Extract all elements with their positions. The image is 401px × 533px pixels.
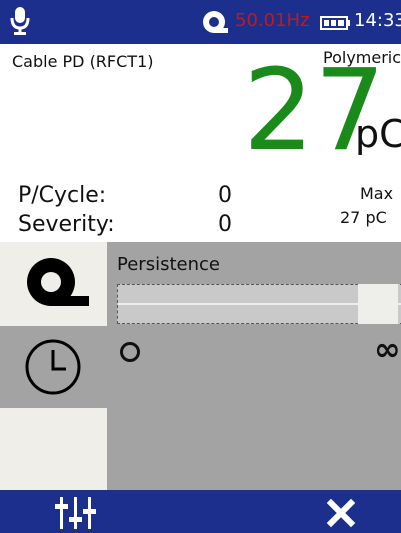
slider-thumb[interactable] — [358, 284, 398, 324]
p-cycle-label: P/Cycle: — [18, 183, 107, 208]
persistence-panel: Persistence ∞ — [107, 242, 401, 490]
clock-time: 14:33 — [354, 10, 401, 31]
clock-icon — [25, 339, 81, 395]
max-label: Max — [360, 184, 394, 203]
microphone-icon[interactable] — [9, 6, 31, 36]
settings-sliders-icon[interactable] — [52, 495, 100, 531]
severity-value: 0 — [218, 212, 232, 237]
tab-time[interactable] — [0, 326, 107, 408]
close-icon[interactable] — [326, 498, 356, 528]
status-bar: 50.01Hz 14:33 — [0, 0, 401, 44]
frequency-readout: 50.01Hz — [235, 10, 310, 31]
min-persistence-icon — [120, 342, 140, 362]
cable-label: Cable PD (RFCT1) — [12, 52, 154, 71]
p-cycle-value: 0 — [218, 183, 232, 208]
sensor-icon — [27, 258, 89, 306]
battery-icon — [320, 16, 350, 30]
side-tabs — [0, 242, 107, 490]
infinity-icon: ∞ — [374, 330, 401, 368]
pd-unit: pC — [355, 112, 401, 156]
panel-title: Persistence — [117, 254, 220, 275]
tab-persistence[interactable] — [0, 242, 107, 324]
bottom-bar — [0, 490, 401, 533]
sensor-icon — [203, 11, 228, 33]
max-value: 27 pC — [340, 208, 387, 227]
severity-label: Severity: — [18, 212, 115, 237]
